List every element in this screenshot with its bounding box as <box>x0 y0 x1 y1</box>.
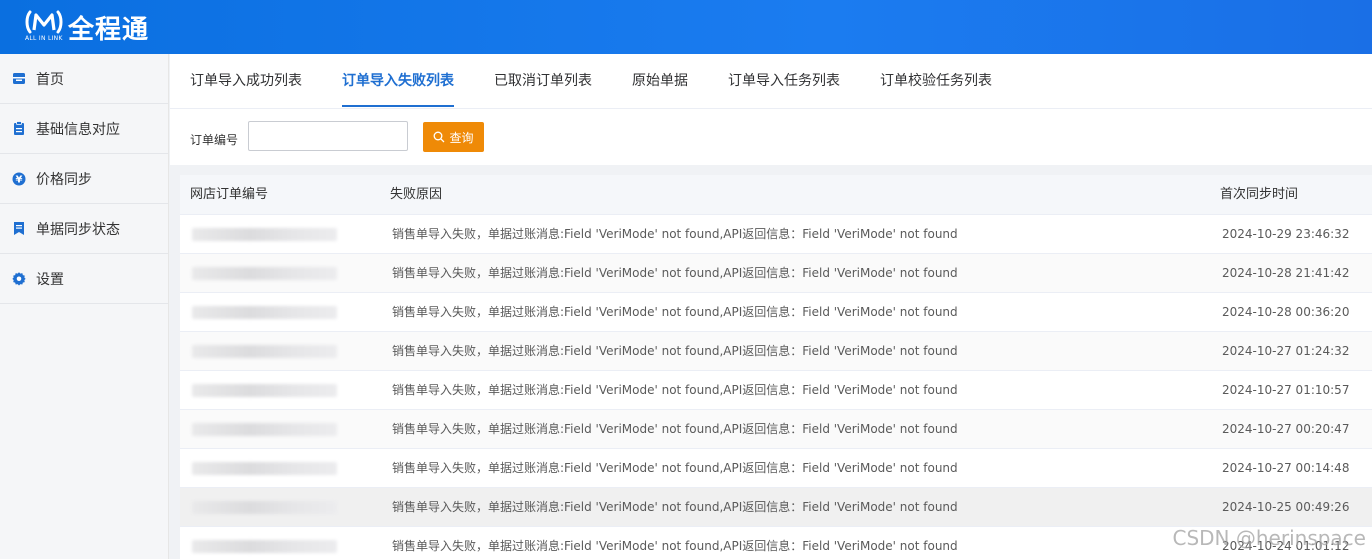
reason-cell: 销售单导入失败，单据过账消息:Field 'VeriMode' not foun… <box>392 266 958 280</box>
search-button-label: 查询 <box>449 130 474 145</box>
tab-cancelled-orders[interactable]: 已取消订单列表 <box>494 54 592 109</box>
sync-time-cell: 2024-10-28 21:41:42 <box>1222 266 1350 280</box>
sync-time-cell: 2024-10-27 00:20:47 <box>1222 422 1350 436</box>
table-row[interactable]: 销售单导入失败，单据过账消息:Field 'VeriMode' not foun… <box>180 332 1372 371</box>
sync-time-cell: 2024-10-27 01:24:32 <box>1222 344 1350 358</box>
filter-bar: 订单编号 查询 <box>170 109 1372 165</box>
sync-time-cell: 2024-10-27 01:10:57 <box>1222 383 1350 397</box>
yen-icon: ¥ <box>12 172 26 186</box>
sidebar-item-label: 价格同步 <box>36 171 92 188</box>
sidebar-item-settings[interactable]: 设置 <box>0 254 168 304</box>
sync-time-cell: 2024-10-27 00:14:48 <box>1222 461 1350 475</box>
tab-bar: 订单导入成功列表 订单导入失败列表 已取消订单列表 原始单据 订单导入任务列表 … <box>170 54 1372 109</box>
table-row[interactable]: 销售单导入失败，单据过账消息:Field 'VeriMode' not foun… <box>180 449 1372 488</box>
tab-import-success[interactable]: 订单导入成功列表 <box>190 54 302 109</box>
order-no-cell-redacted <box>192 267 337 280</box>
reason-cell: 销售单导入失败，单据过账消息:Field 'VeriMode' not foun… <box>392 461 958 475</box>
app-logo[interactable]: ALL IN LINK 全程通 <box>24 8 149 46</box>
sidebar-item-home[interactable]: 首页 <box>0 54 168 104</box>
table-row[interactable]: 销售单导入失败，单据过账消息:Field 'VeriMode' not foun… <box>180 293 1372 332</box>
sidebar-item-price-sync[interactable]: ¥ 价格同步 <box>0 154 168 204</box>
order-no-cell-redacted <box>192 423 337 436</box>
order-no-input[interactable] <box>248 121 408 151</box>
logo-subtext: ALL IN LINK <box>25 35 63 42</box>
inbox-icon <box>12 72 26 86</box>
sidebar-item-label: 设置 <box>36 271 64 288</box>
column-header-order-no[interactable]: 网店订单编号 <box>190 175 268 215</box>
tab-verify-tasks[interactable]: 订单校验任务列表 <box>880 54 992 109</box>
svg-text:¥: ¥ <box>16 174 23 185</box>
order-no-cell-redacted <box>192 306 337 319</box>
search-icon <box>434 131 445 143</box>
sidebar-item-label: 单据同步状态 <box>36 221 120 238</box>
tab-import-tasks[interactable]: 订单导入任务列表 <box>728 54 840 109</box>
top-header: ALL IN LINK 全程通 <box>0 0 1372 54</box>
reason-cell: 销售单导入失败，单据过账消息:Field 'VeriMode' not foun… <box>392 500 958 514</box>
logo-icon: ALL IN LINK <box>24 8 64 46</box>
order-no-label: 订单编号 <box>190 133 239 147</box>
tab-import-failed[interactable]: 订单导入失败列表 <box>342 54 454 109</box>
sidebar-item-doc-sync-status[interactable]: 单据同步状态 <box>0 204 168 254</box>
order-no-cell-redacted <box>192 228 337 241</box>
sidebar-item-label: 首页 <box>36 71 64 88</box>
watermark: CSDN @herinspace <box>1172 526 1367 550</box>
table-row[interactable]: 销售单导入失败，单据过账消息:Field 'VeriMode' not foun… <box>180 254 1372 293</box>
main-content: 订单导入成功列表 订单导入失败列表 已取消订单列表 原始单据 订单导入任务列表 … <box>170 54 1372 559</box>
search-button[interactable]: 查询 <box>423 122 484 152</box>
reason-cell: 销售单导入失败，单据过账消息:Field 'VeriMode' not foun… <box>392 422 958 436</box>
table-header: 网店订单编号 失败原因 首次同步时间 <box>180 175 1372 215</box>
order-no-cell-redacted <box>192 501 337 514</box>
table-row[interactable]: 销售单导入失败，单据过账消息:Field 'VeriMode' not foun… <box>180 488 1372 527</box>
gear-icon <box>12 272 26 286</box>
order-no-cell-redacted <box>192 345 337 358</box>
reason-cell: 销售单导入失败，单据过账消息:Field 'VeriMode' not foun… <box>392 227 958 241</box>
failed-orders-table: 网店订单编号 失败原因 首次同步时间 销售单导入失败，单据过账消息:Field … <box>180 175 1372 559</box>
column-header-sync-time[interactable]: 首次同步时间 <box>1220 175 1298 215</box>
sidebar: 首页 基础信息对应 ¥ 价格同步 单据同步状态 设置 <box>0 54 169 559</box>
order-no-cell-redacted <box>192 462 337 475</box>
bookmark-icon <box>12 222 26 236</box>
order-no-cell-redacted <box>192 384 337 397</box>
table-row[interactable]: 销售单导入失败，单据过账消息:Field 'VeriMode' not foun… <box>180 371 1372 410</box>
order-no-cell-redacted <box>192 540 337 553</box>
reason-cell: 销售单导入失败，单据过账消息:Field 'VeriMode' not foun… <box>392 305 958 319</box>
table-row[interactable]: 销售单导入失败，单据过账消息:Field 'VeriMode' not foun… <box>180 215 1372 254</box>
column-header-reason[interactable]: 失败原因 <box>390 175 442 215</box>
sync-time-cell: 2024-10-25 00:49:26 <box>1222 500 1350 514</box>
sync-time-cell: 2024-10-28 00:36:20 <box>1222 305 1350 319</box>
tab-original-docs[interactable]: 原始单据 <box>632 54 688 109</box>
reason-cell: 销售单导入失败，单据过账消息:Field 'VeriMode' not foun… <box>392 383 958 397</box>
sync-time-cell: 2024-10-29 23:46:32 <box>1222 227 1350 241</box>
logo-text: 全程通 <box>68 14 150 45</box>
reason-cell: 销售单导入失败，单据过账消息:Field 'VeriMode' not foun… <box>392 344 958 358</box>
sidebar-item-label: 基础信息对应 <box>36 121 120 138</box>
table-row[interactable]: 销售单导入失败，单据过账消息:Field 'VeriMode' not foun… <box>180 410 1372 449</box>
sidebar-item-basic-info[interactable]: 基础信息对应 <box>0 104 168 154</box>
reason-cell: 销售单导入失败，单据过账消息:Field 'VeriMode' not foun… <box>392 539 958 553</box>
clipboard-icon <box>12 121 26 136</box>
